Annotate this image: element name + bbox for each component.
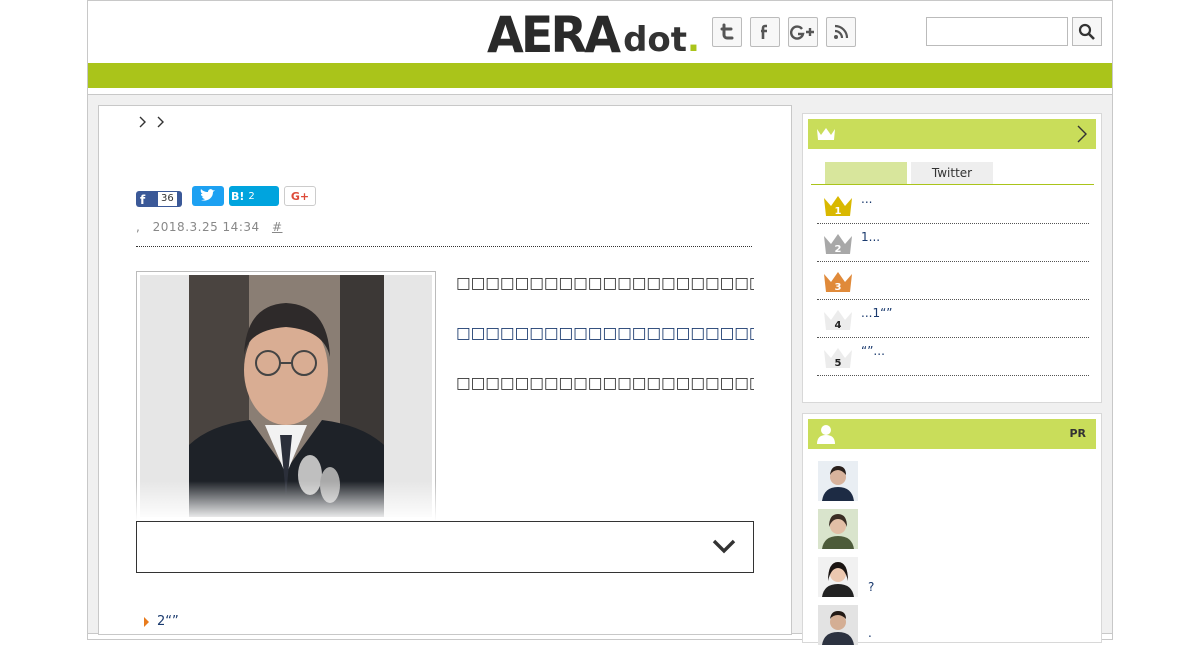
- ranking-item-title: ...1“”: [861, 306, 893, 320]
- svg-text:4: 4: [835, 320, 842, 331]
- svg-text:3: 3: [835, 282, 842, 293]
- crown-icon: [817, 128, 835, 140]
- article-paragraph: □□□□□□□□□□□□□□□□□□□□□□□□□□□□□□□□□□: [456, 274, 754, 292]
- related-link[interactable]: 2“”: [144, 614, 179, 629]
- ranking-item-title: ...: [861, 192, 873, 206]
- rank-4-crown-icon: 4: [824, 310, 852, 331]
- pr-item-title[interactable]: ?: [868, 580, 874, 594]
- pr-label: PR: [1069, 427, 1086, 440]
- facebook-share-count: 36: [158, 192, 177, 206]
- pr-header: PR: [808, 419, 1096, 449]
- article-body: □□□□□□□□□□□□□□□□□□□□ □□□□□□□□□□□□□□ □□□□□…: [456, 271, 754, 496]
- pr-item-title[interactable]: .: [868, 626, 872, 640]
- tab-twitter[interactable]: Twitter: [911, 162, 993, 184]
- google-plus-icon: G+: [290, 189, 310, 203]
- google-plus-share-button[interactable]: G+: [284, 186, 316, 206]
- google-plus-icon[interactable]: [788, 17, 818, 47]
- search-button[interactable]: [1072, 17, 1102, 46]
- hatena-count: 2: [248, 190, 255, 202]
- ranking-tabs: Twitter: [825, 162, 997, 184]
- hatena-bookmark-button[interactable]: B! 2: [229, 186, 279, 206]
- search-icon: [1078, 23, 1095, 40]
- rank-3-crown-icon: 3: [824, 272, 852, 293]
- article-meta: , 2018.3.25 14:34 #: [136, 220, 283, 234]
- divider: [136, 246, 752, 247]
- site-logo[interactable]: AERA dot.: [487, 6, 700, 60]
- article-date: 2018.3.25 14:34: [152, 220, 260, 234]
- rss-icon[interactable]: [826, 17, 856, 47]
- svg-text:1: 1: [835, 206, 842, 217]
- breadcrumb[interactable]: [137, 114, 167, 133]
- text-fade: [129, 481, 769, 521]
- ranking-item[interactable]: 1 ...: [817, 186, 1089, 224]
- ranking-item[interactable]: 5 “”...: [817, 338, 1089, 376]
- nav-bar: [88, 63, 1112, 88]
- facebook-icon[interactable]: [750, 17, 780, 47]
- facebook-share-button[interactable]: f 36: [136, 191, 182, 207]
- ranking-item[interactable]: 4 ...1“”: [817, 300, 1089, 338]
- meta-prefix: ,: [136, 220, 141, 234]
- article-paragraph: □□□□□□□□□□□□□□□□□□□□□□□□□□□□□10□□□□□□□□□…: [456, 374, 754, 392]
- article: f 36 B! 2 G+ , 2018.3.25 14:34 # □□□□□□□…: [98, 105, 792, 635]
- tab-underline: [811, 184, 1094, 185]
- ranking-item[interactable]: 3: [817, 262, 1089, 300]
- avatar[interactable]: [818, 509, 858, 549]
- ranking-header[interactable]: [808, 119, 1096, 149]
- hatena-label: B!: [231, 189, 245, 203]
- chevron-down-icon: [712, 539, 736, 554]
- twitter-icon[interactable]: [712, 17, 742, 47]
- logo-main: AERA: [487, 6, 621, 64]
- twitter-icon: [200, 189, 215, 201]
- person-icon: [817, 425, 835, 444]
- rank-5-crown-icon: 5: [824, 348, 852, 369]
- avatar[interactable]: [818, 461, 858, 501]
- pr-panel: PR ? .: [802, 413, 1102, 645]
- ranking-item-title: “”...: [861, 344, 885, 358]
- rank-2-crown-icon: 2: [824, 234, 852, 255]
- svg-text:5: 5: [835, 358, 842, 369]
- article-lead-link[interactable]: □□□□□□□□□□□□□□□□□□□□□□□: [456, 321, 754, 346]
- tweet-button[interactable]: [192, 186, 224, 206]
- read-more-button[interactable]: [136, 521, 754, 573]
- logo-sub: dot.: [623, 20, 700, 60]
- facebook-icon: f: [140, 193, 146, 207]
- tab-ranking[interactable]: [825, 162, 907, 184]
- hash-link[interactable]: #: [272, 220, 283, 234]
- rank-1-crown-icon: 1: [824, 196, 852, 217]
- arrow-icon: [144, 616, 149, 627]
- search-input[interactable]: [926, 17, 1068, 46]
- ranking-item[interactable]: 2 1...: [817, 224, 1089, 262]
- avatar[interactable]: [818, 557, 858, 597]
- chevron-right-icon: [1077, 125, 1087, 143]
- avatar[interactable]: [818, 605, 858, 645]
- svg-text:2: 2: [835, 244, 842, 255]
- ranking-item-title: 1...: [861, 230, 881, 244]
- ranking-panel: Twitter 1 ... 2 1... 3 4 ...1“” 5 “”...: [802, 113, 1102, 403]
